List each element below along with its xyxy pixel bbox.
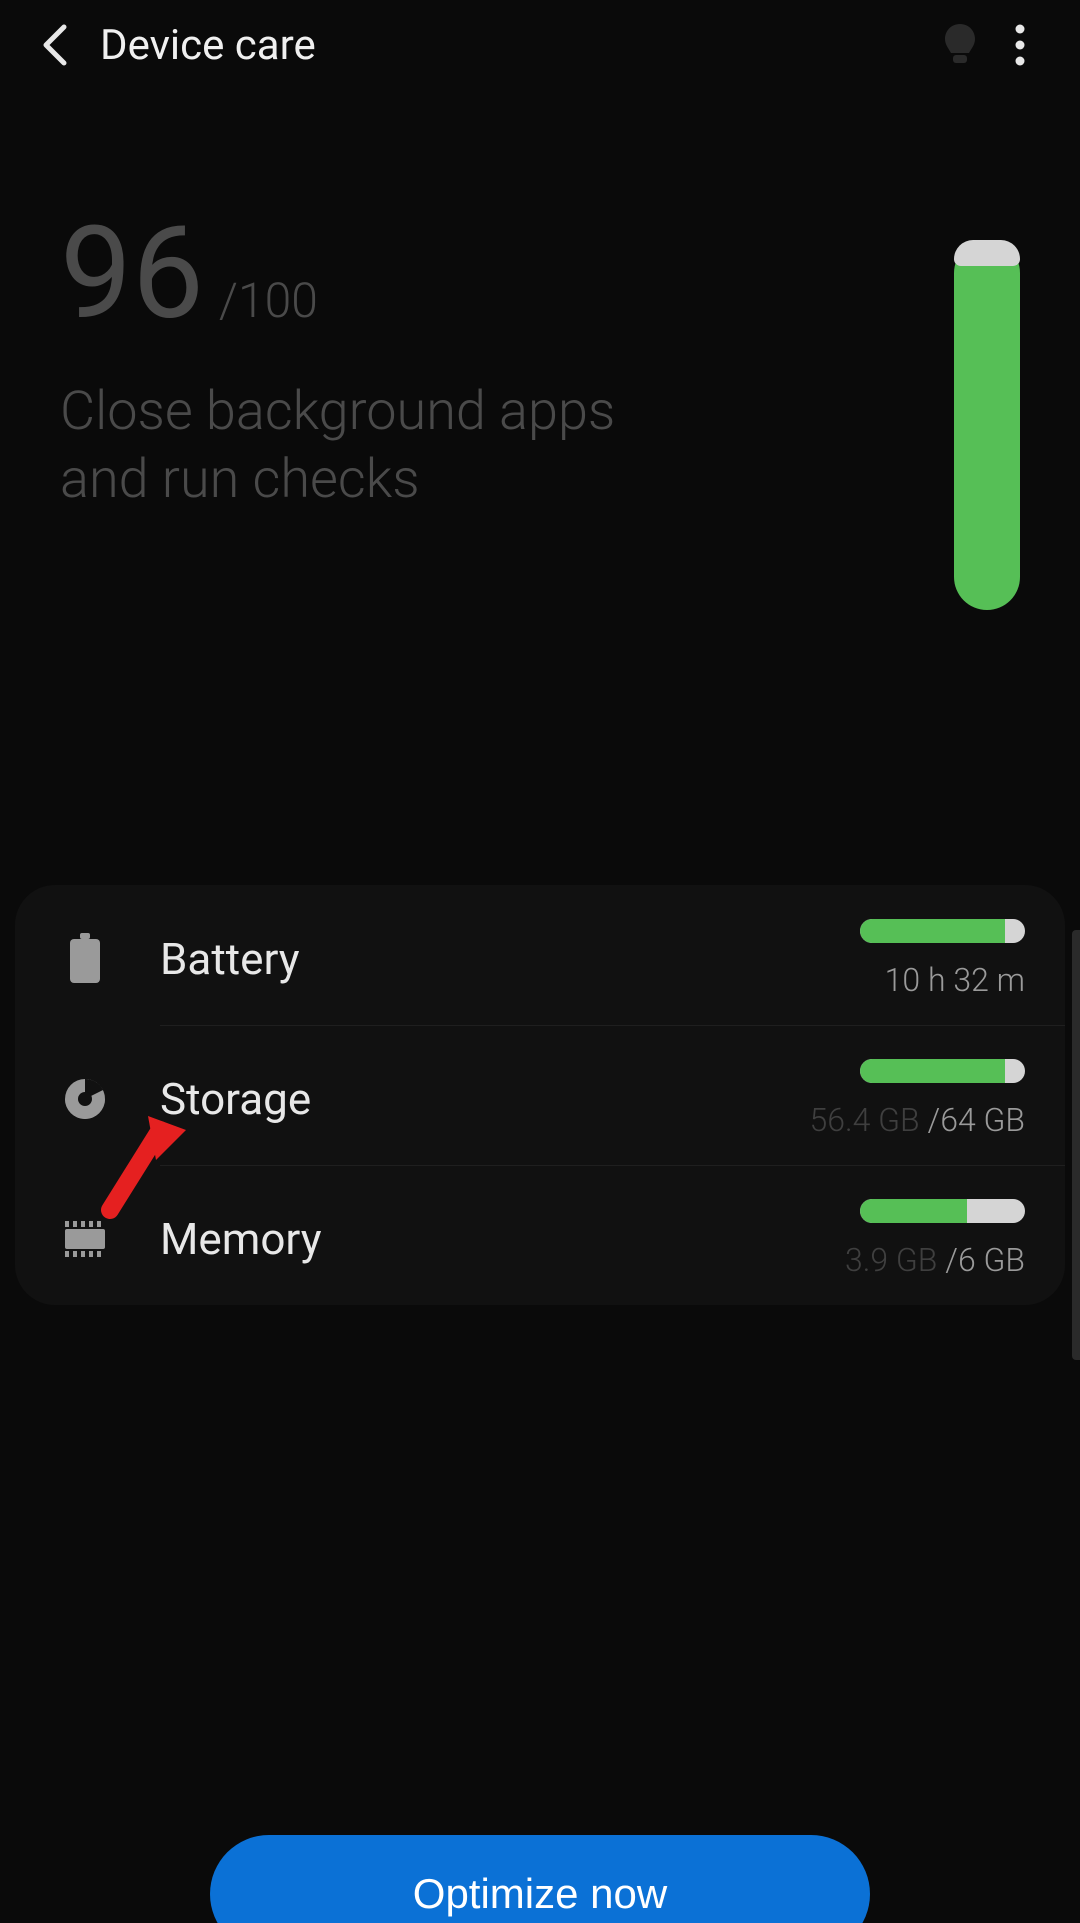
battery-right: 10 h 32 m (860, 919, 1025, 999)
storage-icon (55, 1069, 115, 1129)
back-button[interactable] (30, 20, 80, 70)
memory-sub: 3.9 GB /6 GB (845, 1241, 1025, 1279)
score-max: /100 (219, 272, 318, 329)
optimize-now-button[interactable]: Optimize now (210, 1835, 870, 1923)
battery-bar-fill (860, 919, 1005, 943)
storage-row[interactable]: Storage 56.4 GB /64 GB (15, 1025, 1065, 1165)
score-tip: Close background apps and run checks (60, 378, 670, 513)
battery-icon (55, 929, 115, 989)
storage-bar (860, 1059, 1025, 1083)
memory-label: Memory (160, 1213, 845, 1265)
battery-sub: 10 h 32 m (885, 961, 1025, 999)
storage-right: 56.4 GB /64 GB (809, 1059, 1025, 1139)
scrollbar[interactable] (1072, 930, 1080, 1360)
storage-label: Storage (160, 1073, 809, 1125)
chevron-left-icon (40, 23, 70, 67)
memory-icon (55, 1209, 115, 1269)
memory-row[interactable]: Memory 3.9 GB /6 GB (15, 1165, 1065, 1305)
score-section: 96 /100 Close background apps and run ch… (0, 90, 1080, 750)
memory-bar (860, 1199, 1025, 1223)
battery-label: Battery (160, 933, 860, 985)
memory-right: 3.9 GB /6 GB (845, 1199, 1025, 1279)
page-title: Device care (100, 21, 930, 70)
lightbulb-icon (941, 22, 979, 68)
storage-sub: 56.4 GB /64 GB (809, 1101, 1025, 1139)
battery-row[interactable]: Battery 10 h 32 m (15, 885, 1065, 1025)
score-bar (954, 240, 1020, 610)
app-header: Device care (0, 0, 1080, 90)
storage-bar-fill (860, 1059, 1005, 1083)
score-value: 96 (60, 210, 204, 338)
status-panel: Battery 10 h 32 m Storage (15, 885, 1065, 1305)
optimize-wrap: Optimize now (0, 1835, 1080, 1923)
score-line: 96 /100 (60, 210, 1020, 338)
battery-bar (860, 919, 1025, 943)
more-options-button[interactable] (990, 15, 1050, 75)
more-vertical-icon (1015, 23, 1025, 67)
memory-bar-fill (860, 1199, 967, 1223)
tips-button[interactable] (930, 15, 990, 75)
